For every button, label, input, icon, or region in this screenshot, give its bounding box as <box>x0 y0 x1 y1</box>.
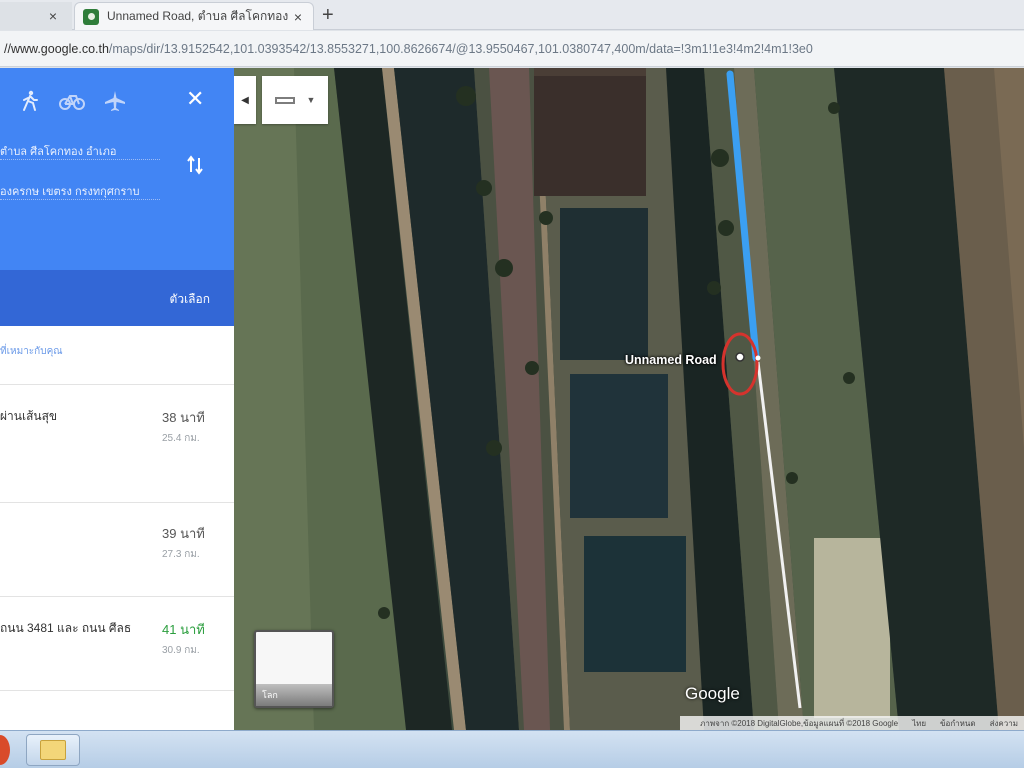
google-logo: Google <box>685 684 740 703</box>
route-name: ถนน 3481 และ ถนน ศีลธ <box>0 621 132 635</box>
tab-close-icon[interactable]: × <box>44 8 62 24</box>
route-option[interactable]: ถนน 3481 และ ถนน ศีลธ 41 นาที 30.9 กม. <box>0 596 234 690</box>
origin-field[interactable]: ตำบล ศีลโคกทอง อำเภอ <box>0 138 160 160</box>
layer-toggle-button[interactable]: ▼ <box>262 76 328 124</box>
route-end-dot <box>755 355 761 361</box>
bicycle-icon[interactable] <box>58 90 86 112</box>
minimap-label: โลก <box>262 690 278 700</box>
route-time: 41 นาที <box>162 622 205 637</box>
tab-close-icon[interactable]: × <box>289 9 307 25</box>
directions-panel: ✕ ตำบล ศีลโคกทอง อำเภอ องครกษ เขตรง กรงท… <box>0 68 234 730</box>
options-bar: ตัวเลือก <box>0 270 234 326</box>
feedback-link[interactable]: ส่งความ <box>990 717 1018 730</box>
route-end-pin <box>735 352 745 362</box>
maps-favicon-icon <box>83 8 99 25</box>
walk-icon[interactable] <box>20 90 40 112</box>
folder-icon <box>40 740 66 760</box>
file-explorer-button[interactable] <box>26 734 80 766</box>
attribution-text: ภาพจาก ©2018 DigitalGlobe,ข้อมูลแผนที่ ©… <box>700 718 899 728</box>
swap-icon[interactable] <box>186 154 204 176</box>
close-directions-button[interactable]: ✕ <box>186 86 204 112</box>
map-attribution: ภาพจาก ©2018 DigitalGlobe,ข้อมูลแผนที่ ©… <box>680 716 1024 730</box>
route-option[interactable]: ผ่านเส้นสุข 38 นาที 25.4 กม. <box>0 384 234 502</box>
url-text[interactable]: //www.google.co.th/maps/dir/13.9152542,1… <box>0 42 813 56</box>
route-time: 38 นาที <box>162 410 205 425</box>
url-domain: //www.google.co.th <box>4 41 109 56</box>
url-path: /maps/dir/13.9152542,101.0393542/13.8553… <box>108 41 813 56</box>
tab-active[interactable]: Unnamed Road, ตำบล ศีลโคกทอง ป × <box>74 2 314 30</box>
satellite-imagery <box>234 68 1024 730</box>
route-name: ผ่านเส้นสุข <box>0 409 58 423</box>
road-label: Unnamed Road <box>625 353 717 367</box>
satellite-map[interactable]: ◀ ▼ Unnamed Road โลก Google ภาพจาก ©2018… <box>234 68 1024 730</box>
route-time: 39 นาที <box>162 526 205 541</box>
directions-header: ✕ ตำบล ศีลโคกทอง อำเภอ องครกษ เขตรง กรงท… <box>0 68 234 270</box>
dropdown-caret-icon: ▼ <box>306 95 316 105</box>
taskbar <box>0 730 1024 768</box>
attribution-link[interactable]: ไทย <box>912 717 926 730</box>
keyboard-icon <box>274 96 295 104</box>
start-button[interactable] <box>0 735 10 765</box>
tab-previous[interactable]: × <box>0 2 72 30</box>
map-type-toggle[interactable]: โลก <box>254 630 334 708</box>
route-distance: 30.9 กม. <box>162 645 200 656</box>
route-option[interactable]: 39 นาที 27.3 กม. <box>0 502 234 596</box>
options-link[interactable]: ตัวเลือก <box>170 290 210 309</box>
new-tab-button[interactable]: + <box>322 4 334 27</box>
route-distance: 27.3 กม. <box>162 549 200 560</box>
collapse-panel-button[interactable]: ◀ <box>234 76 256 124</box>
address-bar[interactable]: //www.google.co.th/maps/dir/13.9152542,1… <box>0 31 1024 67</box>
tab-strip: × Unnamed Road, ตำบล ศีลโคกทอง ป × + <box>0 0 1024 30</box>
tab-title: Unnamed Road, ตำบล ศีลโคกทอง ป <box>107 9 289 23</box>
terms-link[interactable]: ข้อกำหนด <box>940 717 976 730</box>
route-divider <box>0 690 234 730</box>
flight-icon[interactable] <box>104 90 126 112</box>
destination-field[interactable]: องครกษ เขตรง กรงทกุศกราบ <box>0 178 160 200</box>
route-distance: 25.4 กม. <box>162 433 200 444</box>
route-hint: ที่เหมาะกับคุณ <box>0 346 63 357</box>
